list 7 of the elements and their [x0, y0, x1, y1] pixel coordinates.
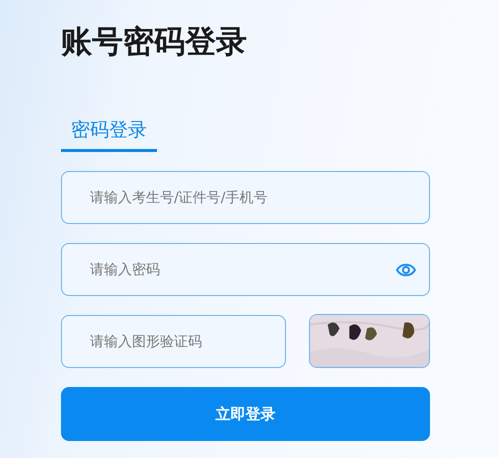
- captcha-field[interactable]: 请输入图形验证码: [61, 315, 286, 368]
- account-field[interactable]: 请输入考生号/证件号/手机号: [61, 171, 430, 224]
- login-tab[interactable]: 密码登录: [61, 117, 157, 152]
- login-button[interactable]: 立即登录: [61, 387, 430, 441]
- password-field[interactable]: 请输入密码: [61, 243, 430, 296]
- page-title: 账号密码登录: [61, 23, 248, 62]
- eye-icon[interactable]: [396, 263, 416, 277]
